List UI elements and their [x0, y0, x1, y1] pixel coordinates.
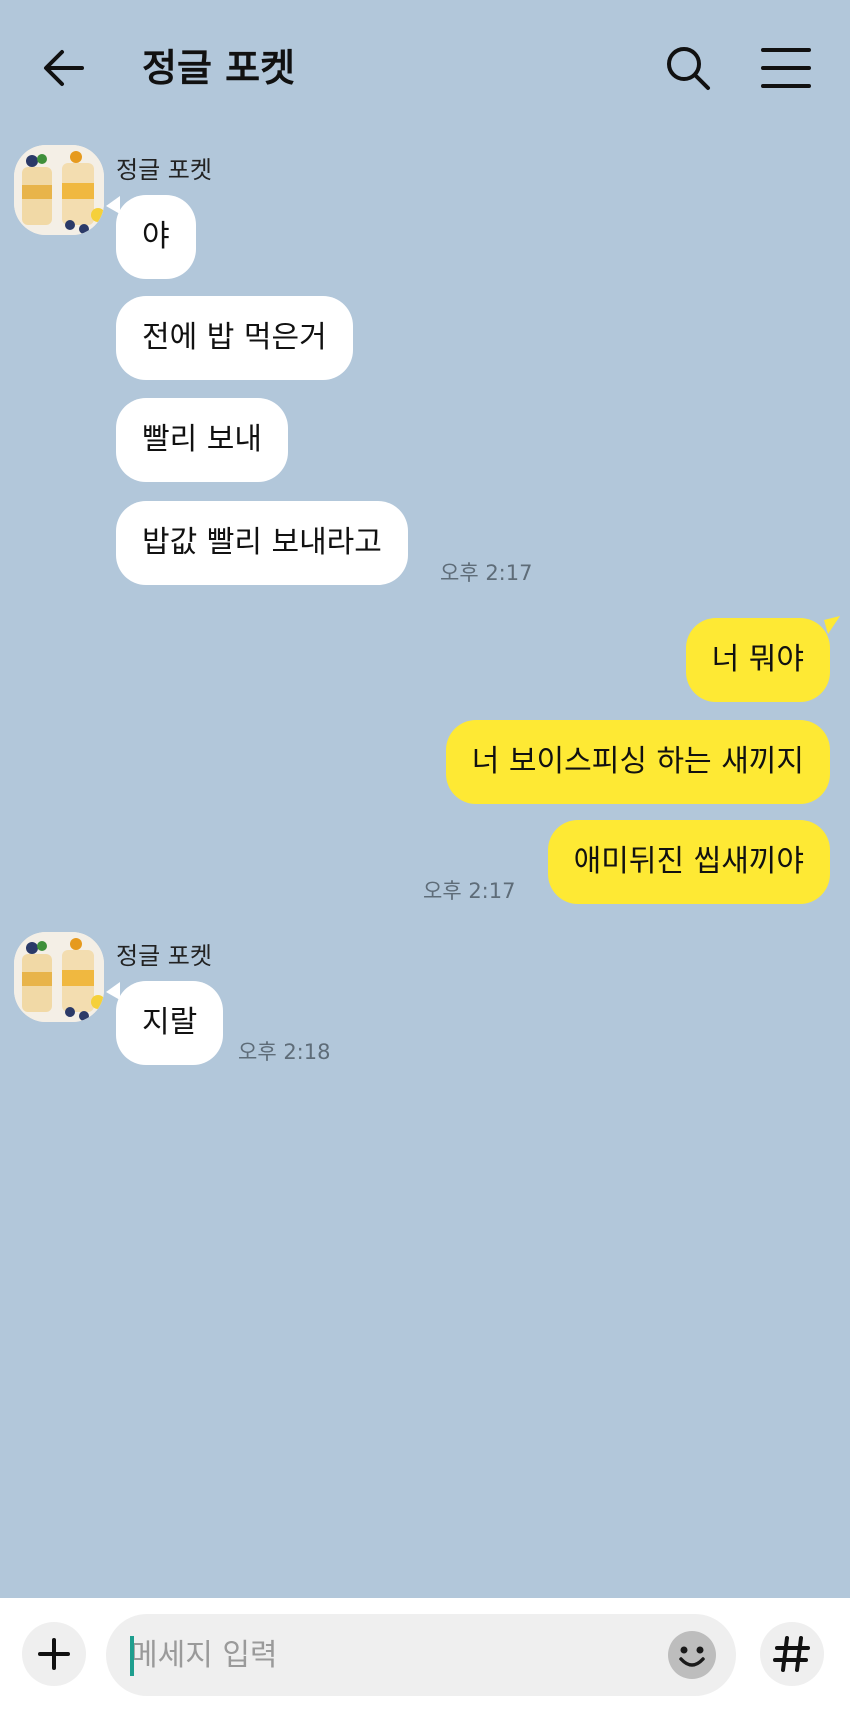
message-bubble[interactable]: 빨리 보내	[116, 398, 288, 482]
hashtag-button[interactable]	[760, 1622, 824, 1686]
hash-icon	[773, 1636, 810, 1672]
message-bubble[interactable]: 야	[116, 195, 196, 279]
chat-title: 정글 포켓	[142, 46, 296, 90]
message-input[interactable]: 메세지 입력	[106, 1614, 736, 1696]
arrow-left-icon	[44, 50, 84, 86]
message-timestamp: 오후 2:17	[440, 561, 533, 585]
hamburger-menu-icon	[761, 48, 811, 88]
emoji-button[interactable]	[666, 1629, 718, 1681]
plus-icon	[38, 1638, 70, 1670]
avatar[interactable]	[14, 145, 104, 235]
dessert-photo-avatar	[14, 932, 104, 1022]
search-icon	[667, 47, 710, 90]
search-button[interactable]	[660, 40, 716, 96]
message-bubble[interactable]: 전에 밥 먹은거	[116, 296, 353, 380]
message-input-placeholder: 메세지 입력	[130, 1638, 278, 1673]
avatar[interactable]	[14, 932, 104, 1022]
attach-button[interactable]	[22, 1622, 86, 1686]
message-bubble[interactable]: 너 뭐야	[685, 618, 830, 702]
sender-name: 정글 포켓	[116, 942, 212, 970]
chat-header: 정글 포켓	[0, 0, 850, 135]
dessert-photo-avatar	[14, 145, 104, 235]
message-bubble[interactable]: 애미뒤진 씹새끼야	[547, 820, 830, 904]
text-caret	[130, 1636, 134, 1676]
sender-name: 정글 포켓	[116, 156, 212, 184]
menu-button[interactable]	[755, 40, 815, 96]
message-bubble[interactable]: 너 보이스피싱 하는 새끼지	[445, 720, 830, 804]
back-button[interactable]	[38, 40, 94, 96]
emoji-smile-icon	[668, 1631, 716, 1679]
message-bubble[interactable]: 지랄	[116, 981, 224, 1065]
message-input-bar: 메세지 입력	[0, 1598, 850, 1713]
message-bubble[interactable]: 밥값 빨리 보내라고	[116, 501, 408, 585]
message-timestamp: 오후 2:17	[423, 879, 516, 903]
message-timestamp: 오후 2:18	[238, 1040, 331, 1064]
